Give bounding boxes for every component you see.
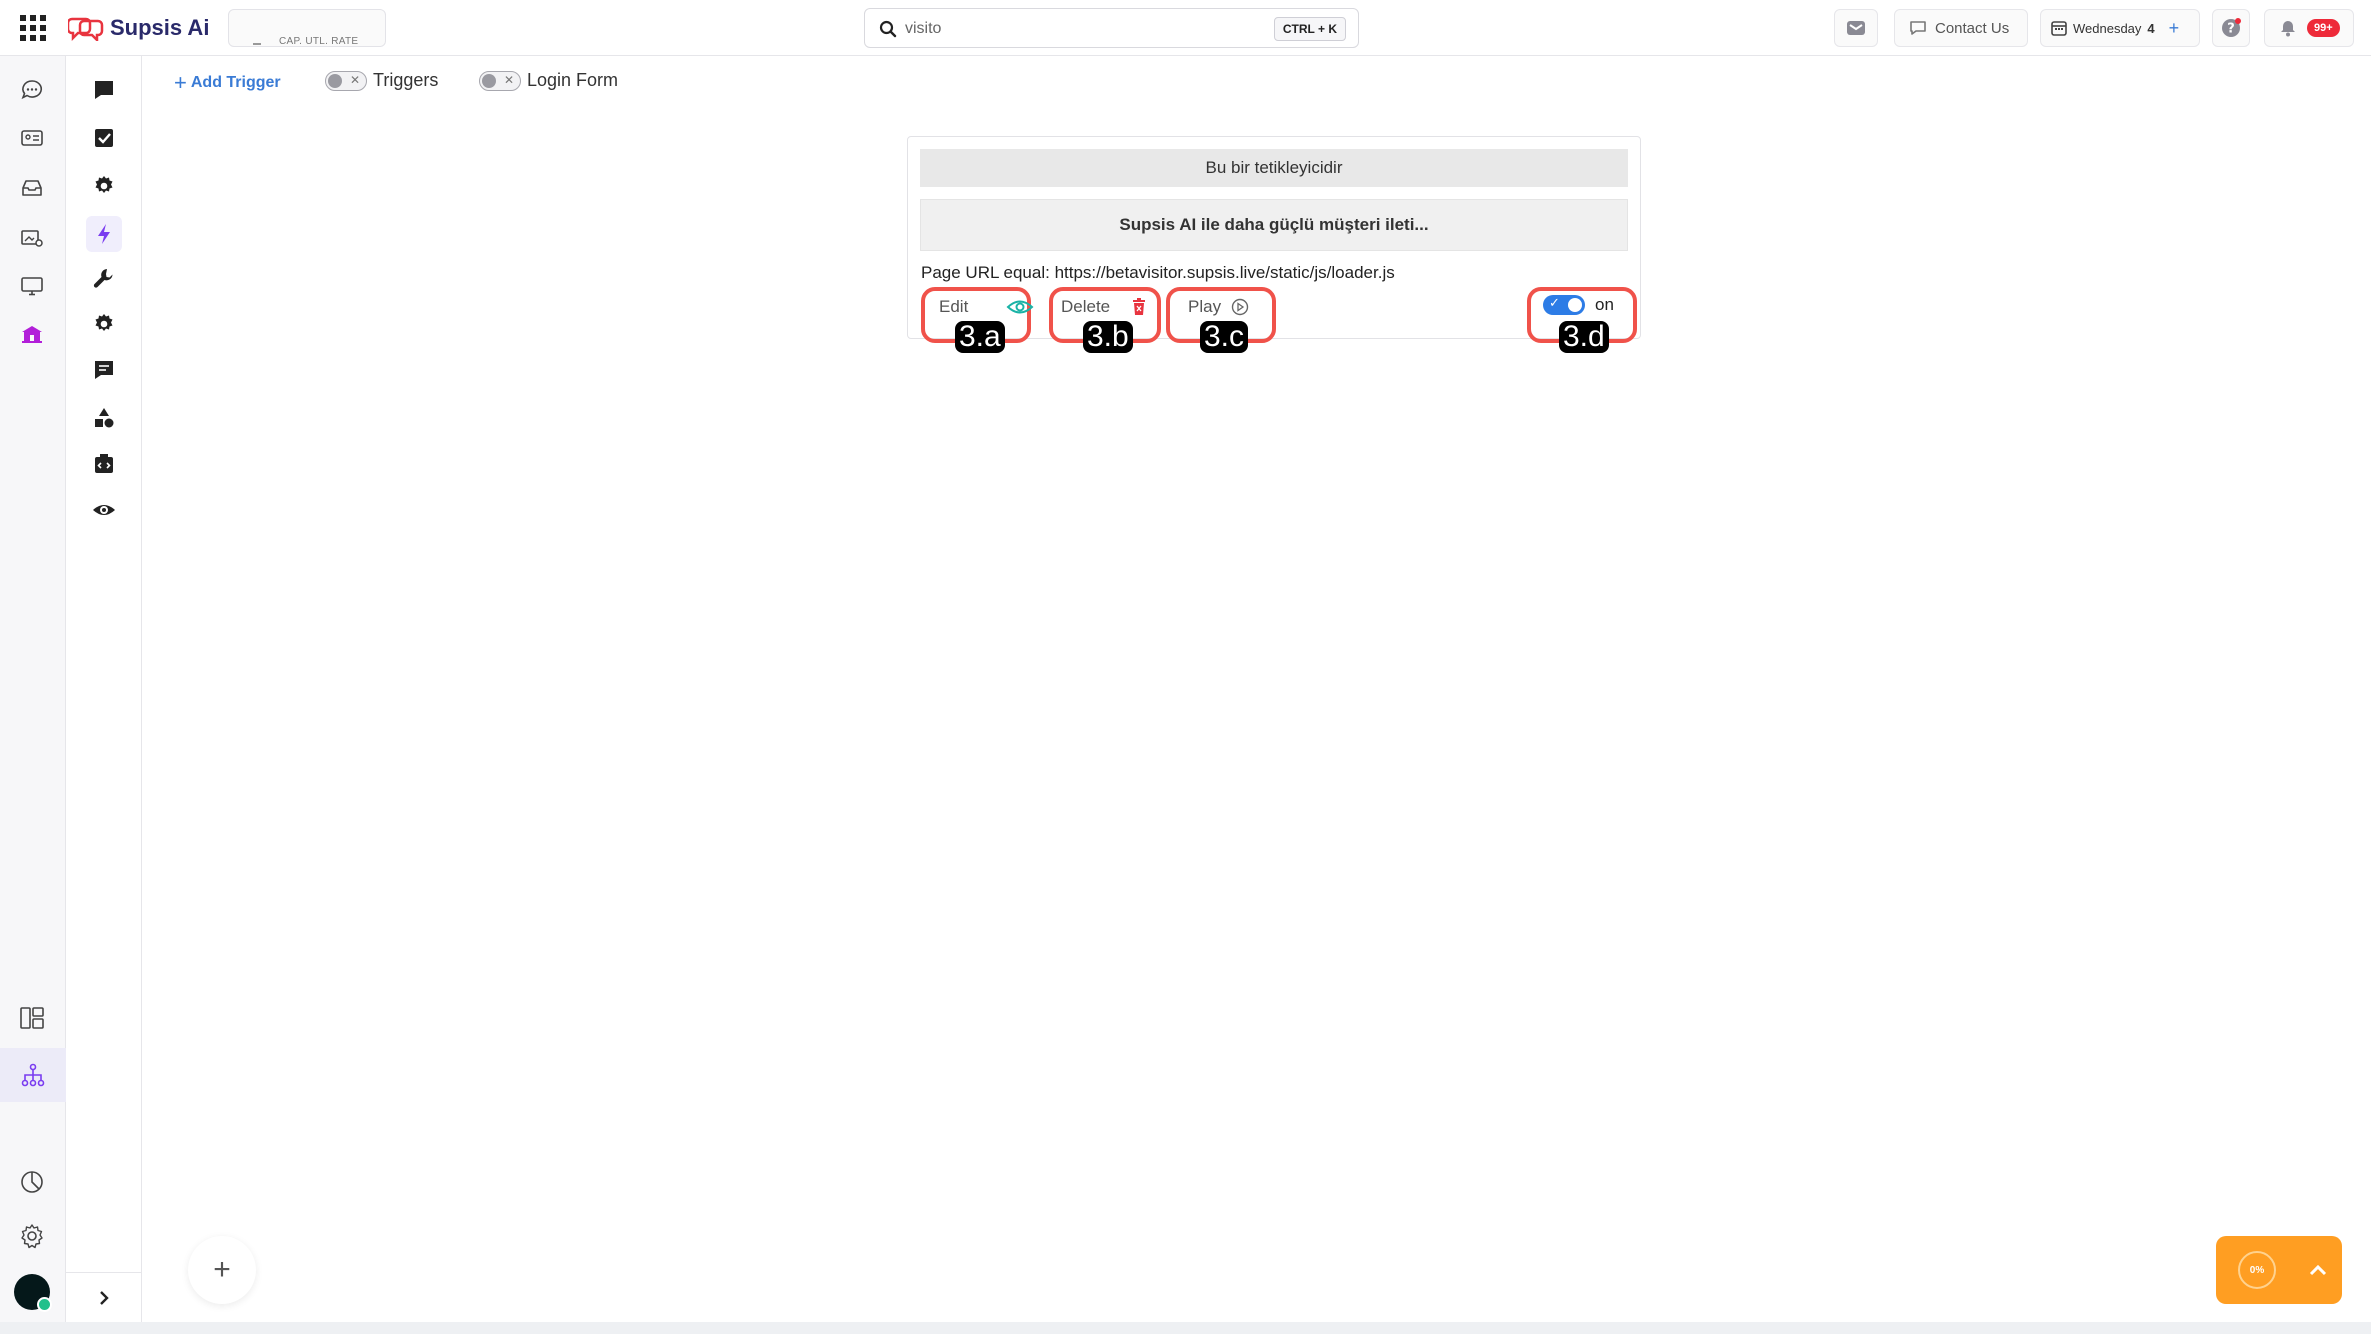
- search-input[interactable]: visito: [905, 20, 941, 38]
- add-event-icon[interactable]: +: [2169, 18, 2180, 39]
- top-bar: Supsis Ai CAP. UTL. RATE visito CTRL + K…: [0, 0, 2371, 56]
- annotation-play-tag: 3.c: [1200, 321, 1249, 353]
- rate-label: CAP. UTL. RATE: [279, 36, 359, 47]
- rate-indicator: [253, 43, 261, 45]
- home-building-icon[interactable]: [16, 318, 48, 350]
- status-toggle-content: on: [1543, 295, 1614, 315]
- status-toggle-group: on 3.d: [1527, 287, 1637, 353]
- primary-sidebar: [0, 56, 66, 1334]
- active-toggle[interactable]: [1543, 295, 1585, 315]
- bottom-strip: [0, 1322, 2371, 1334]
- gear-icon[interactable]: [88, 308, 120, 340]
- annotation-delete-tag: 3.b: [1083, 321, 1133, 353]
- chats-icon[interactable]: [16, 74, 48, 106]
- notifications-button[interactable]: 99+: [2264, 9, 2354, 47]
- triggers-toggle-label: Triggers: [373, 70, 439, 90]
- contact-us-button[interactable]: Contact Us: [1894, 9, 2028, 47]
- triggers-bolt-item[interactable]: [86, 216, 122, 252]
- delete-button[interactable]: Delete 3.b: [1049, 287, 1161, 353]
- play-label: Play: [1188, 297, 1222, 316]
- app-logo[interactable]: Supsis Ai: [68, 12, 209, 44]
- play-button-content: Play: [1188, 297, 1249, 317]
- comment-lines-icon[interactable]: [88, 354, 120, 386]
- message-square-icon[interactable]: [88, 74, 120, 106]
- annotation-toggle-tag: 3.d: [1559, 321, 1609, 353]
- trash-icon: [1133, 298, 1146, 315]
- shapes-icon[interactable]: [88, 402, 120, 434]
- app-title: Supsis Ai: [110, 15, 210, 40]
- progress-widget[interactable]: 0%: [2216, 1236, 2342, 1304]
- notifications-badge: 99+: [2307, 19, 2340, 37]
- day-label: Wednesday: [2073, 20, 2142, 36]
- trigger-title: Bu bir tetikleyicidir: [920, 149, 1628, 187]
- layout-panels-icon[interactable]: [16, 1002, 48, 1034]
- eye-icon[interactable]: [88, 494, 120, 526]
- bell-icon: [2281, 21, 2295, 37]
- trigger-message: Supsis AI ile daha güçlü müşteri ileti..…: [920, 199, 1628, 251]
- chat-bubble-icon: [1910, 21, 1926, 35]
- help-icon: ?: [2222, 18, 2241, 37]
- chevron-up-icon: [2309, 1264, 2327, 1276]
- triggers-toggle[interactable]: [325, 70, 367, 91]
- add-trigger-label: Add Trigger: [190, 74, 281, 91]
- add-floating-button[interactable]: +: [188, 1236, 256, 1304]
- logo-icon: [68, 17, 104, 41]
- edit-button[interactable]: Edit 3.a: [921, 287, 1034, 353]
- mail-icon: [1847, 21, 1865, 35]
- plus-icon: +: [213, 1253, 231, 1286]
- edit-label: Edit: [939, 297, 969, 316]
- user-avatar[interactable]: [14, 1274, 52, 1312]
- annotation-edit-tag: 3.a: [955, 321, 1005, 353]
- trigger-condition: Page URL equal: https://betavisitor.sups…: [921, 263, 1395, 282]
- progress-ring: 0%: [2238, 1251, 2276, 1289]
- utilization-rate-widget[interactable]: CAP. UTL. RATE: [228, 9, 386, 47]
- play-circle-icon: [1231, 298, 1249, 316]
- login-form-toggle-group: Login Form: [479, 70, 618, 91]
- inbox-tray-icon[interactable]: [16, 172, 48, 204]
- help-button[interactable]: ?: [2212, 9, 2250, 47]
- status-label: on: [1595, 295, 1614, 314]
- play-button[interactable]: Play 3.c: [1166, 287, 1276, 353]
- reports-pie-icon[interactable]: [16, 1166, 48, 1198]
- apps-grid-icon[interactable]: [20, 15, 46, 41]
- code-file-icon[interactable]: [88, 448, 120, 480]
- delete-label: Delete: [1061, 297, 1111, 316]
- lightning-bolt-icon: [98, 224, 110, 244]
- contacts-card-icon[interactable]: [16, 122, 48, 154]
- sitemap-icon: [21, 1063, 45, 1087]
- inbox-button[interactable]: [1834, 9, 1878, 47]
- monitor-icon[interactable]: [16, 270, 48, 302]
- add-trigger-button[interactable]: + Add Trigger: [174, 72, 281, 94]
- checkbox-icon[interactable]: [88, 122, 120, 154]
- svg-text:?: ?: [2227, 22, 2235, 37]
- login-form-toggle-label: Login Form: [527, 70, 619, 90]
- search-shortcut: CTRL + K: [1273, 17, 1346, 41]
- login-form-toggle[interactable]: [479, 70, 521, 91]
- day-number: 4: [2147, 20, 2155, 36]
- contact-us-label: Contact Us: [1935, 19, 2010, 37]
- plus-icon: +: [174, 70, 187, 95]
- sitemap-nav-item[interactable]: [0, 1048, 66, 1102]
- media-settings-icon[interactable]: [16, 222, 48, 254]
- settings-gear-icon[interactable]: [16, 1220, 48, 1252]
- calendar-icon: [2051, 21, 2067, 36]
- calendar-widget[interactable]: Wednesday 4 +: [2040, 9, 2200, 47]
- secondary-sidebar: [66, 56, 142, 1322]
- cog-icon[interactable]: [88, 170, 120, 202]
- chevron-right-icon: [100, 1290, 109, 1305]
- global-search[interactable]: visito CTRL + K: [864, 8, 1359, 48]
- expand-panel-button[interactable]: [66, 1272, 142, 1322]
- triggers-toggle-group: Triggers: [325, 70, 438, 91]
- edit-button-content: Edit: [939, 297, 1034, 317]
- eye-icon: [1006, 300, 1034, 314]
- trigger-card: Bu bir tetikleyicidir Supsis AI ile daha…: [907, 136, 1641, 353]
- search-icon: [879, 20, 897, 38]
- wrench-icon[interactable]: [88, 262, 120, 294]
- delete-button-content: Delete: [1061, 297, 1146, 317]
